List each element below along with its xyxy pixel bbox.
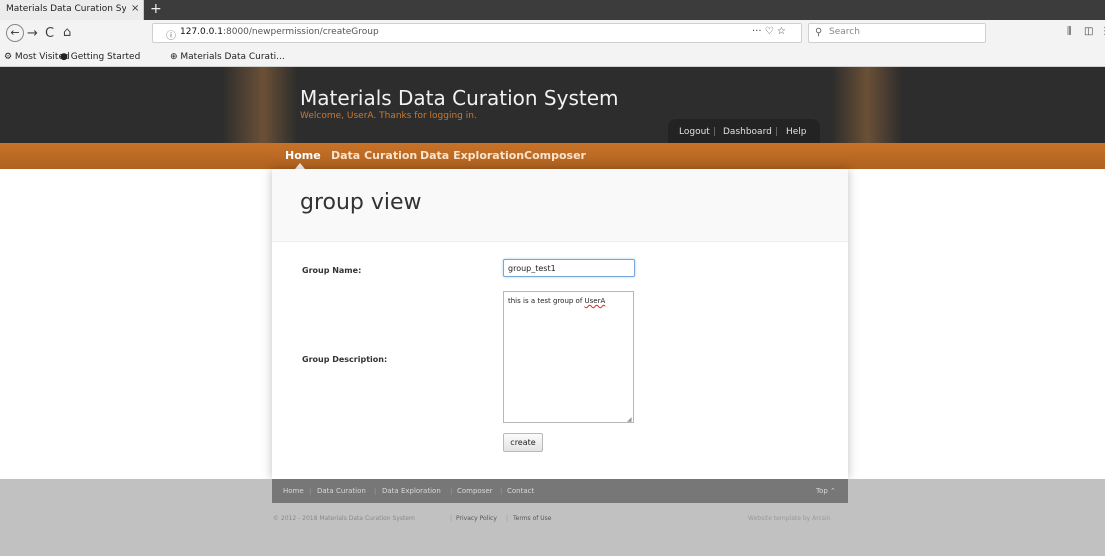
group-name-input[interactable]: [503, 259, 635, 277]
search-icon: ⚲: [815, 27, 823, 38]
forward-icon[interactable]: →: [27, 26, 38, 42]
header-glow-left: [222, 67, 297, 143]
site-title: Materials Data Curation System: [300, 86, 619, 110]
description-user: UserA: [584, 297, 606, 305]
back-to-top-link[interactable]: Top ⌃: [816, 487, 836, 495]
sidebar-icon[interactable]: ◫: [1084, 26, 1093, 37]
info-icon[interactable]: ⓘ: [166, 27, 176, 42]
copyright-text: © 2012 - 2018 Materials Data Curation Sy…: [273, 515, 415, 522]
footer-separator: |: [374, 487, 377, 495]
footer-link-home[interactable]: Home: [283, 487, 304, 495]
browser-tab-title[interactable]: Materials Data Curation Sy...: [6, 4, 126, 14]
welcome-message: Welcome, UserA. Thanks for logging in.: [300, 111, 477, 121]
create-button[interactable]: create: [503, 433, 543, 452]
description-prefix: this is a test group of: [508, 297, 585, 305]
menu-icon[interactable]: ⋮: [1100, 26, 1105, 37]
privacy-policy-link[interactable]: Privacy Policy: [456, 515, 497, 522]
nav-home[interactable]: Home: [285, 149, 321, 162]
library-icon[interactable]: ⫼: [1067, 26, 1072, 37]
reload-icon[interactable]: C: [45, 26, 54, 42]
footer-separator: |: [450, 515, 453, 522]
template-credit[interactable]: Website template by Arcsin: [748, 515, 830, 522]
group-description-textarea[interactable]: [503, 291, 634, 423]
nav-data-exploration[interactable]: Data Exploration: [420, 149, 524, 162]
dashboard-link[interactable]: Dashboard: [723, 127, 772, 137]
search-placeholder[interactable]: Search: [829, 27, 860, 37]
top-link-separator: |: [775, 127, 779, 137]
footer-separator: |: [309, 487, 312, 495]
logout-link[interactable]: Logout: [679, 127, 710, 137]
footer-link-data-exploration[interactable]: Data Exploration: [382, 487, 441, 495]
footer-link-data-curation[interactable]: Data Curation: [317, 487, 366, 495]
url-path: :8000/newpermission/createGroup: [222, 27, 379, 37]
bookmark-mdcs[interactable]: ⊕ Materials Data Curati...: [170, 52, 285, 62]
bookmarks-toolbar: [0, 48, 1105, 67]
header-glow-right: [832, 67, 902, 143]
top-link-separator: |: [713, 127, 717, 137]
group-name-label: Group Name:: [302, 266, 362, 275]
footer-separator: |: [506, 515, 509, 522]
home-icon[interactable]: ⌂: [63, 25, 71, 41]
help-link[interactable]: Help: [786, 127, 807, 137]
footer-link-contact[interactable]: Contact: [507, 487, 534, 495]
url-text[interactable]: 127.0.0.1:8000/newpermission/createGroup: [180, 27, 379, 37]
browser-tab-bar: [0, 0, 1105, 20]
page-actions-icon[interactable]: ··· ♡ ☆: [752, 26, 786, 37]
resize-grip-icon[interactable]: ◢: [627, 416, 632, 423]
group-description-label: Group Description:: [302, 355, 388, 364]
group-description-text: this is a test group of UserA: [508, 297, 605, 305]
bookmark-getting-started[interactable]: ● Getting Started: [60, 52, 140, 62]
terms-of-use-link[interactable]: Terms of Use: [513, 515, 551, 522]
nav-composer[interactable]: Composer: [524, 149, 586, 162]
url-host: 127.0.0.1: [180, 27, 223, 37]
page-title: group view: [300, 190, 422, 215]
footer-separator: |: [450, 487, 453, 495]
nav-data-curation[interactable]: Data Curation: [331, 149, 417, 162]
close-tab-icon[interactable]: ×: [131, 3, 139, 14]
footer-separator: |: [500, 487, 503, 495]
new-tab-icon[interactable]: +: [150, 1, 162, 17]
footer-link-composer[interactable]: Composer: [457, 487, 493, 495]
back-icon[interactable]: ←: [6, 24, 24, 42]
